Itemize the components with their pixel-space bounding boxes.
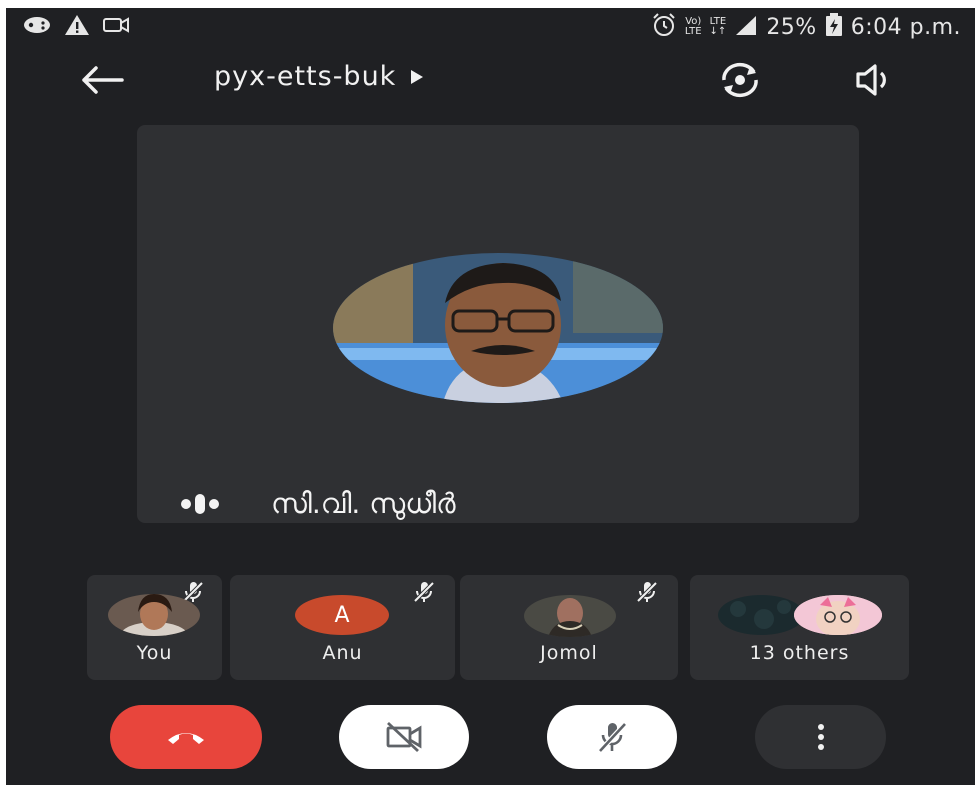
more-options-button[interactable] bbox=[755, 705, 886, 769]
participant-tile-you[interactable]: You bbox=[87, 575, 222, 680]
switch-camera-button[interactable] bbox=[718, 60, 762, 100]
end-call-button[interactable] bbox=[110, 705, 262, 769]
play-triangle-icon bbox=[411, 69, 424, 84]
mic-off-icon bbox=[598, 722, 627, 753]
status-left-icons bbox=[22, 14, 130, 40]
avatar bbox=[794, 595, 882, 635]
warning-icon bbox=[64, 14, 90, 40]
switch-camera-icon bbox=[722, 62, 758, 98]
battery-icon bbox=[825, 13, 843, 41]
volte-indicator: Vo) LTE bbox=[685, 17, 702, 37]
avatar-initial: A bbox=[334, 602, 350, 628]
participant-tile-jomol[interactable]: Jomol bbox=[460, 575, 678, 680]
lte-label-1: LTE bbox=[684, 26, 702, 37]
meeting-code: pyx-etts-buk bbox=[214, 61, 397, 92]
participant-name: Anu bbox=[322, 642, 363, 664]
avatar bbox=[524, 595, 616, 637]
avatar bbox=[108, 594, 200, 636]
call-screen: Vo) LTE LTE ↓↑ 25% 6:04 p.m. pyx-etts-bu… bbox=[6, 8, 975, 785]
mic-off-icon bbox=[636, 581, 658, 603]
speaker-icon bbox=[856, 64, 886, 96]
signal-icon bbox=[734, 14, 758, 40]
audio-level-icon bbox=[181, 494, 219, 514]
alarm-icon bbox=[651, 12, 677, 42]
clock: 6:04 p.m. bbox=[850, 14, 961, 40]
battery-percent: 25% bbox=[766, 14, 817, 40]
camera-off-icon bbox=[386, 721, 422, 753]
status-right-icons: Vo) LTE LTE ↓↑ 25% 6:04 p.m. bbox=[651, 12, 961, 42]
avatar: A bbox=[295, 595, 389, 635]
speaker-info: സി.വി. സുധീർ bbox=[181, 487, 456, 521]
participant-name: 13 others bbox=[749, 642, 850, 664]
video-icon bbox=[102, 15, 130, 39]
toggle-camera-button[interactable] bbox=[339, 705, 469, 769]
avatar bbox=[718, 595, 804, 635]
mic-off-icon bbox=[413, 581, 435, 603]
speaker-button[interactable] bbox=[854, 62, 896, 98]
main-video-tile[interactable]: സി.വി. സുധീർ bbox=[137, 125, 859, 523]
participant-name: Jomol bbox=[540, 642, 598, 664]
speaker-name: സി.വി. സുധീർ bbox=[271, 487, 456, 520]
participant-name: You bbox=[136, 642, 173, 664]
more-vert-icon bbox=[817, 724, 824, 750]
hang-up-icon bbox=[168, 733, 204, 744]
meeting-title-button[interactable]: pyx-etts-buk bbox=[214, 61, 424, 92]
toggle-mic-button[interactable] bbox=[547, 705, 677, 769]
speaker-avatar bbox=[333, 253, 663, 403]
participant-tile-anu[interactable]: A Anu bbox=[230, 575, 455, 680]
lte-indicator: LTE ↓↑ bbox=[709, 16, 727, 37]
top-bar: pyx-etts-buk bbox=[6, 48, 975, 112]
participant-tile-others[interactable]: 13 others bbox=[690, 575, 909, 680]
back-button[interactable] bbox=[78, 62, 126, 98]
back-arrow-icon bbox=[82, 66, 124, 94]
status-bar: Vo) LTE LTE ↓↑ 25% 6:04 p.m. bbox=[6, 8, 975, 44]
game-icon bbox=[22, 15, 52, 39]
